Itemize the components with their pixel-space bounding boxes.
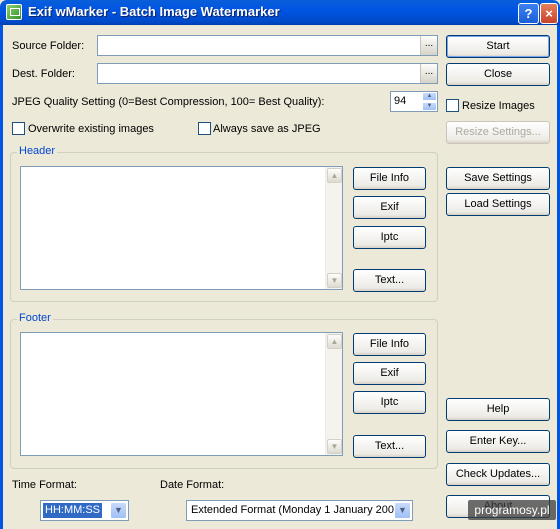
source-browse-button[interactable]: ... — [420, 36, 437, 55]
header-exif-button[interactable]: Exif — [353, 196, 426, 219]
overwrite-checkbox[interactable] — [12, 122, 25, 135]
header-iptc-button[interactable]: Iptc — [353, 226, 426, 249]
overwrite-label: Overwrite existing images — [28, 123, 154, 135]
header-group-title: Header — [17, 145, 58, 157]
title-bar: Exif wMarker - Batch Image Watermarker ?… — [0, 0, 560, 25]
scroll-down-icon[interactable]: ▼ — [327, 439, 342, 454]
date-format-label: Date Format: — [160, 479, 225, 491]
check-updates-button[interactable]: Check Updates... — [446, 463, 550, 486]
help-title-button[interactable]: ? — [518, 3, 539, 24]
save-settings-button[interactable]: Save Settings — [446, 167, 550, 190]
date-format-select[interactable]: Extended Format (Monday 1 January 2008) … — [186, 500, 413, 521]
footer-iptc-button[interactable]: Iptc — [353, 391, 426, 414]
footer-exif-button[interactable]: Exif — [353, 362, 426, 385]
window-title: Exif wMarker - Batch Image Watermarker — [28, 4, 280, 19]
time-format-select[interactable]: HH:MM:SS ▼ — [40, 500, 129, 521]
chevron-down-icon[interactable]: ▼ — [110, 502, 127, 519]
resize-settings-button[interactable]: Resize Settings... — [446, 121, 550, 144]
spin-up-arrow-icon[interactable]: ▲ — [422, 92, 437, 101]
source-folder-label: Source Folder: — [12, 40, 85, 52]
footer-text-button[interactable]: Text... — [353, 435, 426, 458]
dest-folder-label: Dest. Folder: — [12, 68, 75, 80]
app-icon — [6, 4, 22, 20]
resize-images-label: Resize Images — [462, 100, 535, 112]
help-button[interactable]: Help — [446, 398, 550, 421]
always-jpeg-checkbox[interactable] — [198, 122, 211, 135]
chevron-down-icon[interactable]: ▼ — [394, 502, 411, 519]
enter-key-button[interactable]: Enter Key... — [446, 430, 550, 453]
close-window-button[interactable]: × — [540, 3, 558, 24]
always-jpeg-label: Always save as JPEG — [213, 123, 321, 135]
footer-scrollbar[interactable]: ▲ ▼ — [325, 333, 342, 455]
resize-images-checkbox[interactable] — [446, 99, 459, 112]
time-format-label: Time Format: — [12, 479, 77, 491]
dest-browse-button[interactable]: ... — [420, 64, 437, 83]
dest-folder-input[interactable]: ... — [97, 63, 438, 84]
close-button[interactable]: Close — [446, 63, 550, 86]
header-scrollbar[interactable]: ▲ ▼ — [325, 167, 342, 289]
footer-file-info-button[interactable]: File Info — [353, 333, 426, 356]
spin-down-arrow-icon[interactable]: ▼ — [422, 102, 437, 111]
scroll-up-icon[interactable]: ▲ — [327, 168, 342, 183]
header-text-area[interactable]: ▲ ▼ — [20, 166, 343, 290]
site-watermark: programosy.pl — [468, 500, 556, 520]
jpeg-quality-spinner[interactable]: 94 ▲ ▼ — [390, 91, 438, 112]
footer-group-title: Footer — [17, 312, 53, 324]
load-settings-button[interactable]: Load Settings — [446, 193, 550, 216]
header-file-info-button[interactable]: File Info — [353, 167, 426, 190]
scroll-up-icon[interactable]: ▲ — [327, 334, 342, 349]
time-format-value: HH:MM:SS — [43, 503, 102, 518]
scroll-down-icon[interactable]: ▼ — [327, 273, 342, 288]
footer-text-area[interactable]: ▲ ▼ — [20, 332, 343, 456]
header-text-button[interactable]: Text... — [353, 269, 426, 292]
source-folder-input[interactable]: ... — [97, 35, 438, 56]
date-format-value: Extended Format (Monday 1 January 2008) — [191, 504, 404, 516]
jpeg-quality-label: JPEG Quality Setting (0=Best Compression… — [12, 96, 325, 108]
jpeg-quality-value: 94 — [394, 95, 407, 107]
start-button[interactable]: Start — [446, 35, 550, 58]
